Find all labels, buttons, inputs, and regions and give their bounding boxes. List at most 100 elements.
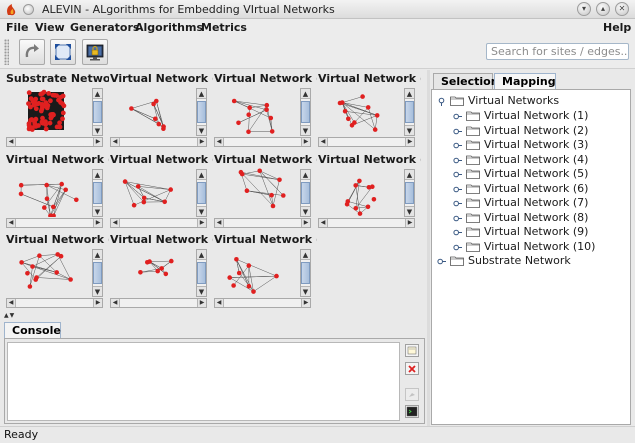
- scroll-right-icon[interactable]: ▶: [301, 299, 310, 307]
- menu-file[interactable]: File: [6, 21, 29, 34]
- network-panel[interactable]: Substrate Network▲▼◀▶: [4, 70, 109, 147]
- tab-selection[interactable]: Selection: [433, 73, 499, 89]
- close-icon[interactable]: ✕: [615, 2, 629, 16]
- menu-algorithms[interactable]: Algorithms: [135, 21, 203, 34]
- network-panel-hscrollbar[interactable]: ◀ ▶: [318, 218, 415, 228]
- maximize-icon[interactable]: ▴: [596, 2, 610, 16]
- network-panel-vscrollbar[interactable]: ▲ ▼: [92, 249, 103, 297]
- menu-generators[interactable]: Generators: [70, 21, 139, 34]
- virtual-network-graph[interactable]: [318, 86, 402, 136]
- fit-to-screen-button[interactable]: [50, 39, 76, 65]
- network-panel-vscrollbar[interactable]: ▲ ▼: [196, 88, 207, 136]
- tree-collapsed-icon[interactable]: [453, 169, 462, 178]
- virtual-network-graph[interactable]: [110, 167, 194, 217]
- virtual-network-graph[interactable]: [214, 167, 298, 217]
- scroll-down-icon[interactable]: ▼: [301, 125, 310, 135]
- scroll-left-icon[interactable]: ◀: [319, 219, 328, 227]
- scroll-up-icon[interactable]: ▲: [197, 250, 206, 260]
- scroll-thumb[interactable]: [405, 182, 414, 204]
- scroll-right-icon[interactable]: ▶: [197, 138, 206, 146]
- scroll-right-icon[interactable]: ▶: [301, 138, 310, 146]
- network-panel[interactable]: Virtual Network (3)▲▼◀▶: [316, 70, 421, 147]
- tree-collapsed-icon[interactable]: [437, 256, 446, 265]
- network-panel[interactable]: Virtual Network (8)▲▼◀▶: [4, 231, 109, 308]
- scroll-thumb[interactable]: [93, 182, 102, 204]
- scroll-right-icon[interactable]: ▶: [93, 138, 102, 146]
- scroll-thumb[interactable]: [197, 101, 206, 123]
- scroll-right-icon[interactable]: ▶: [405, 219, 414, 227]
- scroll-thumb[interactable]: [93, 101, 102, 123]
- network-panel-vscrollbar[interactable]: ▲ ▼: [196, 249, 207, 297]
- tree-collapsed-icon[interactable]: [453, 140, 462, 149]
- network-panel[interactable]: Virtual Network (7)▲▼◀▶: [316, 151, 421, 228]
- tree-collapsed-icon[interactable]: [453, 111, 462, 120]
- console-remove-button[interactable]: [405, 362, 419, 375]
- network-panel-vscrollbar[interactable]: ▲ ▼: [300, 88, 311, 136]
- network-panel-vscrollbar[interactable]: ▲ ▼: [300, 169, 311, 217]
- scroll-left-icon[interactable]: ◀: [215, 138, 224, 146]
- tree-collapsed-icon[interactable]: [453, 126, 462, 135]
- scroll-right-icon[interactable]: ▶: [197, 219, 206, 227]
- network-panel-hscrollbar[interactable]: ◀ ▶: [214, 137, 311, 147]
- network-panel-vscrollbar[interactable]: ▲ ▼: [92, 169, 103, 217]
- tab-console[interactable]: Console: [4, 322, 61, 338]
- virtual-network-graph[interactable]: [6, 167, 90, 217]
- window-menu-icon[interactable]: [23, 4, 34, 15]
- network-panel-vscrollbar[interactable]: ▲ ▼: [196, 169, 207, 217]
- network-panel-hscrollbar[interactable]: ◀ ▶: [110, 137, 207, 147]
- virtual-network-graph[interactable]: [110, 247, 194, 297]
- scroll-left-icon[interactable]: ◀: [7, 299, 16, 307]
- virtual-network-graph[interactable]: [318, 167, 402, 217]
- network-panel[interactable]: Virtual Network (1)▲▼◀▶: [108, 70, 213, 147]
- network-panel-hscrollbar[interactable]: ◀ ▶: [110, 298, 207, 308]
- scroll-up-icon[interactable]: ▲: [93, 89, 102, 99]
- scroll-thumb[interactable]: [301, 182, 310, 204]
- scroll-left-icon[interactable]: ◀: [111, 138, 120, 146]
- scroll-right-icon[interactable]: ▶: [405, 138, 414, 146]
- console-clear-button[interactable]: [405, 344, 419, 357]
- network-panel[interactable]: Virtual Network (6)▲▼◀▶: [212, 151, 317, 228]
- scroll-right-icon[interactable]: ▶: [93, 299, 102, 307]
- scroll-thumb[interactable]: [405, 101, 414, 123]
- scroll-right-icon[interactable]: ▶: [197, 299, 206, 307]
- network-panel-hscrollbar[interactable]: ◀ ▶: [6, 137, 103, 147]
- scroll-right-icon[interactable]: ▶: [301, 219, 310, 227]
- scroll-up-icon[interactable]: ▲: [93, 170, 102, 180]
- scroll-left-icon[interactable]: ◀: [111, 299, 120, 307]
- scroll-down-icon[interactable]: ▼: [93, 286, 102, 296]
- console-output[interactable]: [7, 342, 400, 421]
- tab-mapping[interactable]: Mapping: [494, 73, 556, 89]
- scroll-left-icon[interactable]: ◀: [7, 138, 16, 146]
- toolbar-grip[interactable]: [4, 39, 9, 65]
- scroll-left-icon[interactable]: ◀: [215, 219, 224, 227]
- search-input[interactable]: Search for sites / edges...: [486, 43, 629, 60]
- network-panel[interactable]: Virtual Network (10)▲▼◀▶: [212, 231, 317, 308]
- tree-collapsed-icon[interactable]: [453, 242, 462, 251]
- network-panel-vscrollbar[interactable]: ▲ ▼: [300, 249, 311, 297]
- virtual-network-graph[interactable]: [214, 86, 298, 136]
- network-panel-hscrollbar[interactable]: ◀ ▶: [6, 218, 103, 228]
- network-panel-vscrollbar[interactable]: ▲ ▼: [404, 169, 415, 217]
- scroll-up-icon[interactable]: ▲: [197, 170, 206, 180]
- network-panel[interactable]: Virtual Network (5)▲▼◀▶: [108, 151, 213, 228]
- scroll-down-icon[interactable]: ▼: [93, 206, 102, 216]
- scroll-thumb[interactable]: [93, 262, 102, 284]
- minimize-icon[interactable]: ▾: [577, 2, 591, 16]
- network-panel[interactable]: Virtual Network (9)▲▼◀▶: [108, 231, 213, 308]
- scroll-thumb[interactable]: [301, 262, 310, 284]
- virtual-network-graph[interactable]: [110, 86, 194, 136]
- network-panel[interactable]: Virtual Network (4)▲▼◀▶: [4, 151, 109, 228]
- console-terminal-button[interactable]: [405, 405, 419, 418]
- scroll-down-icon[interactable]: ▼: [301, 286, 310, 296]
- scroll-thumb[interactable]: [197, 262, 206, 284]
- menu-metrics[interactable]: Metrics: [201, 21, 247, 34]
- tree-collapsed-icon[interactable]: [453, 184, 462, 193]
- redo-button[interactable]: [19, 39, 45, 65]
- scroll-up-icon[interactable]: ▲: [405, 170, 414, 180]
- scroll-left-icon[interactable]: ◀: [7, 219, 16, 227]
- network-panel-vscrollbar[interactable]: ▲ ▼: [404, 88, 415, 136]
- virtual-network-graph[interactable]: [214, 247, 298, 297]
- scroll-left-icon[interactable]: ◀: [215, 299, 224, 307]
- network-panel-hscrollbar[interactable]: ◀ ▶: [110, 218, 207, 228]
- substrate-graph[interactable]: [6, 86, 90, 136]
